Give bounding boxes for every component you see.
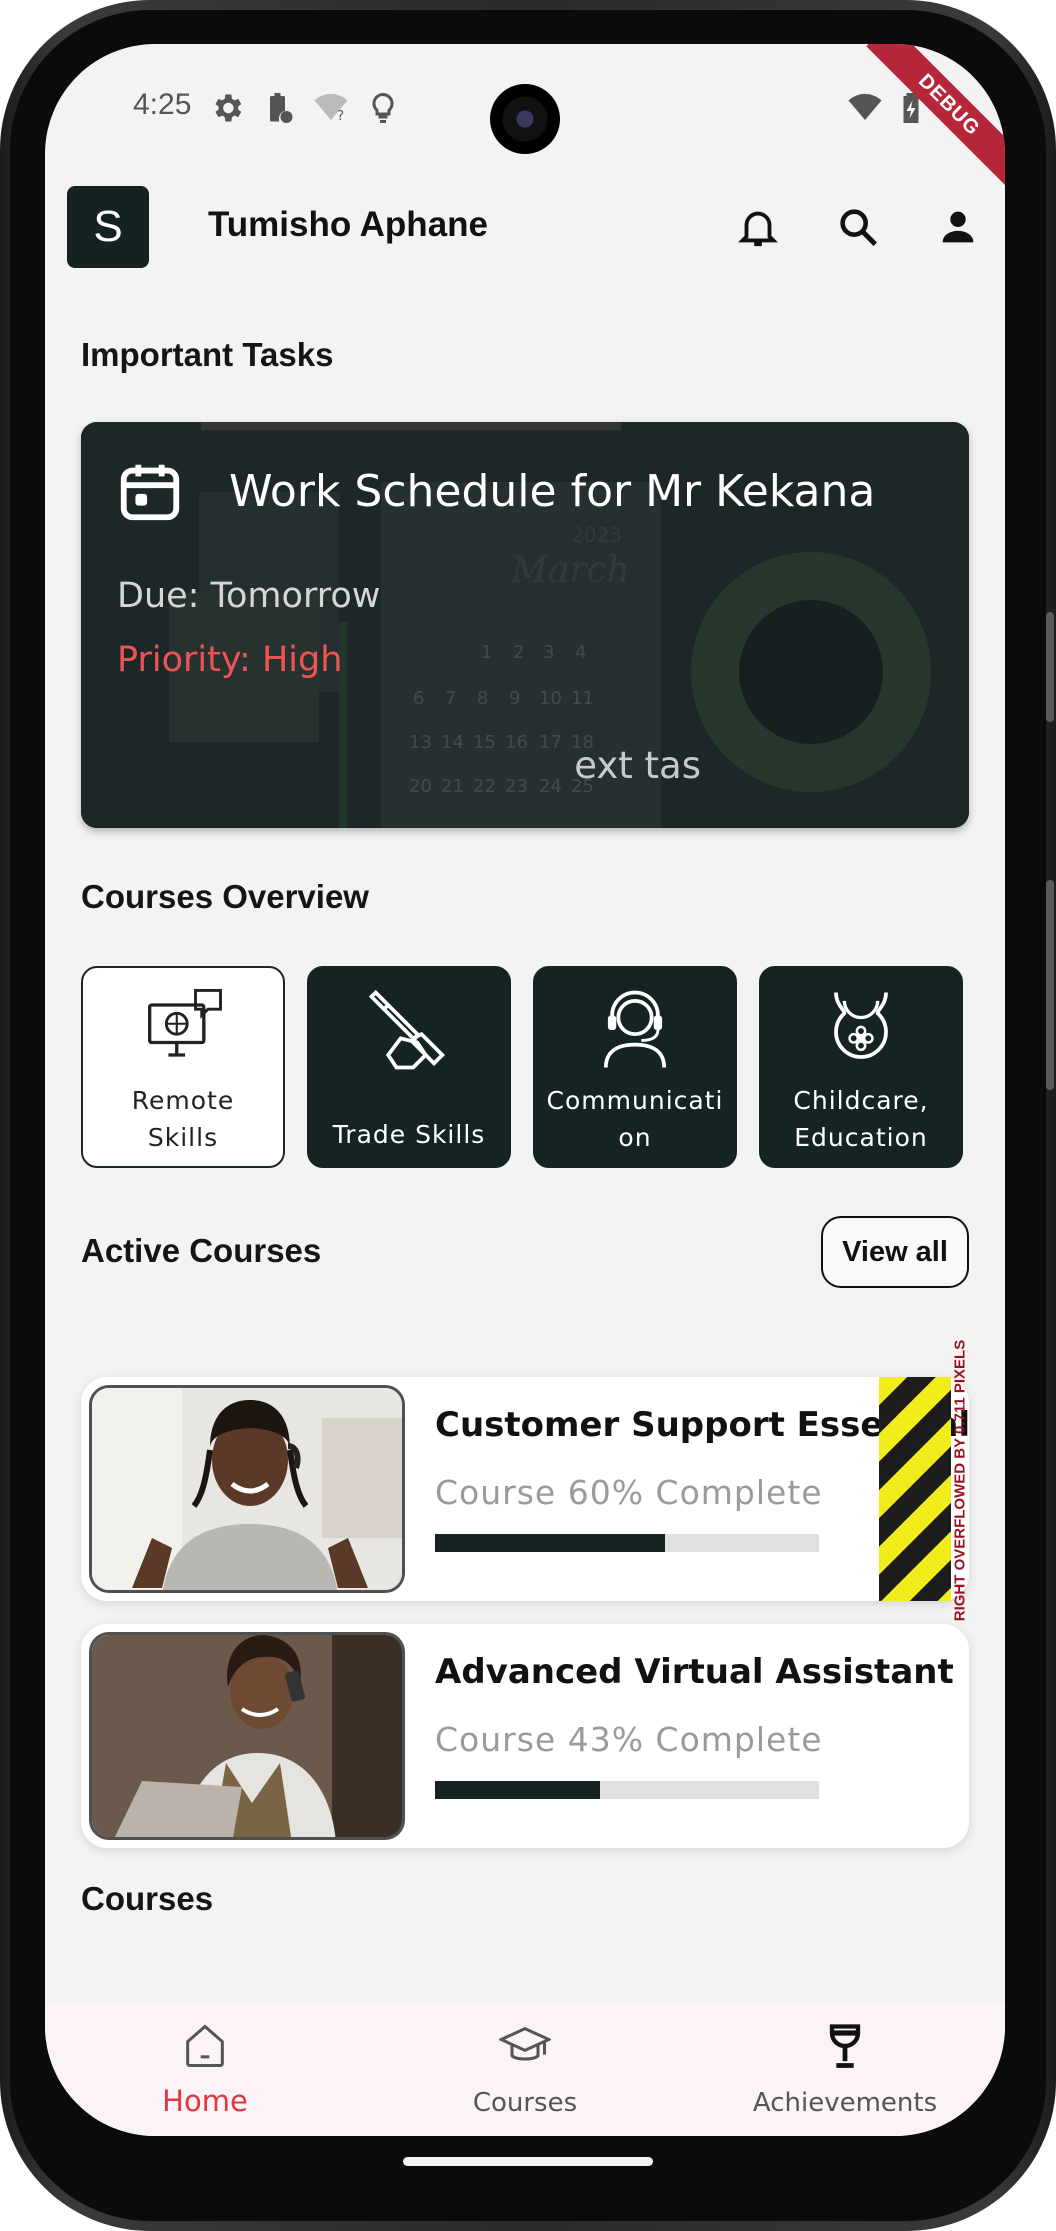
user-name: Tumisho Aphane xyxy=(208,205,488,244)
power-button xyxy=(1046,880,1054,1090)
category-childcare-education[interactable]: Childcare, Education xyxy=(759,966,963,1168)
front-camera xyxy=(490,84,560,154)
course-progress-bar xyxy=(435,1534,819,1552)
category-label-line1: Communicati xyxy=(546,1086,724,1115)
category-label-line1: Childcare, xyxy=(793,1086,929,1115)
course-progress-text: Course 43% Complete xyxy=(435,1720,823,1759)
bottom-navigation: Home Courses Achievements xyxy=(45,2004,1005,2136)
profile-icon[interactable] xyxy=(935,204,981,250)
course-progress-text: Course 60% Complete xyxy=(435,1473,823,1512)
calendar-icon xyxy=(120,464,180,521)
task-title: Work Schedule for Mr Kekana xyxy=(229,466,876,517)
nav-home-label: Home xyxy=(162,2084,248,2118)
woman-on-phone-photo xyxy=(92,1635,402,1837)
course-progress-fill xyxy=(435,1534,666,1552)
nav-achievements-label: Achievements xyxy=(752,2088,938,2118)
category-remote-skills[interactable]: Remote Skills xyxy=(81,966,285,1168)
bottom-bezel xyxy=(45,2136,1005,2176)
wifi-icon xyxy=(848,93,882,120)
nav-achievements[interactable]: Achievements xyxy=(685,2004,1005,2136)
category-label-line1: Remote xyxy=(131,1086,235,1115)
app-screen: 4:25 ? DEBUG S Tumisho Aphane Important … xyxy=(45,44,1005,2136)
view-all-button[interactable]: View all xyxy=(821,1216,969,1288)
next-task-hint[interactable]: ext tas xyxy=(551,744,701,787)
debug-banner: DEBUG xyxy=(866,44,1005,188)
remote-computer-icon xyxy=(148,988,222,1057)
important-tasks-heading: Important Tasks xyxy=(81,336,334,373)
notification-bell-icon[interactable] xyxy=(735,204,781,250)
category-label-line2: Skills xyxy=(147,1123,219,1152)
course-category-list: Remote Skills Trade Skills Communicati o… xyxy=(81,966,969,1172)
courses-heading: Courses xyxy=(81,1880,214,1917)
active-courses-heading: Active Courses xyxy=(81,1232,322,1269)
overflow-warning-text: RIGHT OVERFLOWED BY 0.711 PIXELS xyxy=(951,1340,969,1622)
task-priority: Priority: High xyxy=(117,640,343,680)
course-thumbnail xyxy=(89,1632,405,1840)
category-communication[interactable]: Communicati on xyxy=(533,966,737,1168)
task-card[interactable]: March 2023 1234 67891011 131415161718 20… xyxy=(81,422,969,828)
active-course-card[interactable]: Customer Support Essentials Course 60% C… xyxy=(81,1377,969,1601)
category-trade-skills[interactable]: Trade Skills xyxy=(307,966,511,1168)
wrench-hand-icon xyxy=(368,989,445,1070)
status-time: 4:25 xyxy=(133,88,192,121)
settings-gear-icon xyxy=(215,94,242,122)
search-icon[interactable] xyxy=(835,204,881,250)
courses-overview-heading: Courses Overview xyxy=(81,878,369,915)
nav-courses[interactable]: Courses xyxy=(365,2004,685,2136)
battery-saver-icon xyxy=(270,93,293,123)
trophy-icon xyxy=(829,2024,861,2068)
overflow-warning-stripe xyxy=(879,1377,951,1601)
course-progress-fill xyxy=(435,1781,601,1799)
graduation-cap-icon xyxy=(499,2027,551,2061)
category-label-line2: on xyxy=(618,1123,652,1152)
category-label-line2: Education xyxy=(794,1123,928,1152)
course-progress-bar xyxy=(435,1781,819,1799)
nav-home[interactable]: Home xyxy=(45,2004,365,2136)
gesture-home-bar[interactable] xyxy=(403,2157,653,2166)
task-due-date: Due: Tomorrow xyxy=(117,576,381,616)
app-logo[interactable]: S xyxy=(67,186,149,268)
headset-agent-icon xyxy=(603,990,667,1068)
active-course-card[interactable]: Advanced Virtual Assistant Course 43% Co… xyxy=(81,1624,969,1848)
baby-bib-icon xyxy=(834,992,888,1059)
wifi-unknown-icon: ? xyxy=(314,93,348,124)
course-title: Advanced Virtual Assistant xyxy=(435,1652,954,1692)
course-thumbnail xyxy=(89,1385,405,1593)
svg-text:?: ? xyxy=(337,108,344,124)
overflow-warning-label: RIGHT OVERFLOWED BY 0.711 PIXELS xyxy=(947,1340,969,1630)
volume-button xyxy=(1046,612,1054,722)
woman-with-headset-photo xyxy=(92,1388,402,1590)
nav-courses-label: Courses xyxy=(472,2088,578,2118)
lightbulb-icon xyxy=(372,92,394,123)
home-icon xyxy=(186,2024,224,2068)
category-label: Trade Skills xyxy=(332,1120,486,1149)
status-bar: 4:25 ? DEBUG xyxy=(45,44,1005,188)
